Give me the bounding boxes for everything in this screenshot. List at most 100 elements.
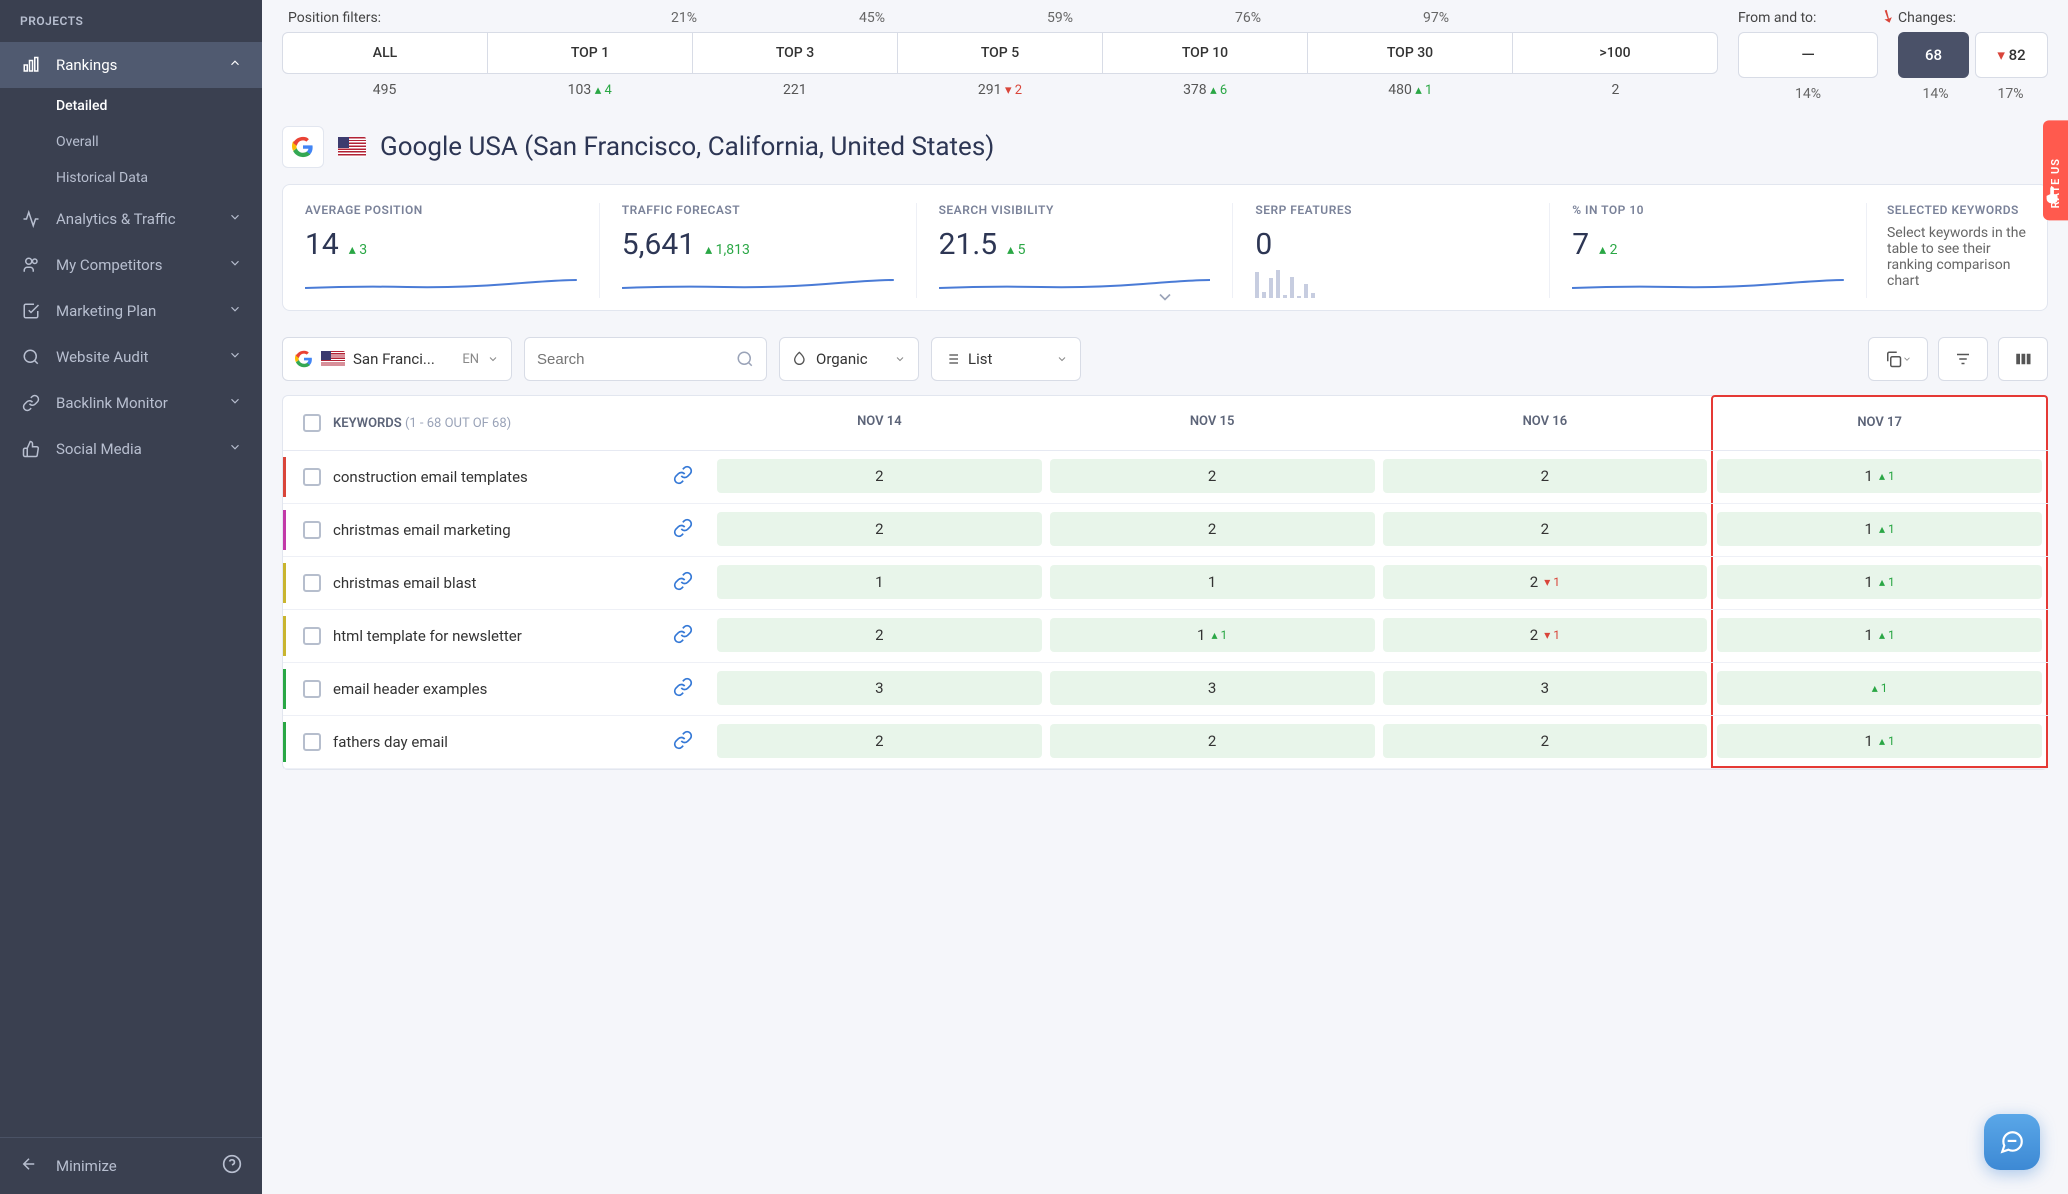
filter-top30[interactable]: TOP 30 [1308, 33, 1513, 73]
rank-cell: 1 ▴ 1 [1711, 504, 2048, 556]
metric-card[interactable]: SERP FEATURES 0 [1233, 203, 1550, 298]
flag-us-icon [338, 137, 366, 157]
filter-pct: 45% [778, 10, 966, 26]
select-all-checkbox[interactable] [303, 414, 321, 432]
checklist-icon [20, 302, 42, 320]
keyword-cell: fathers day email [283, 716, 713, 768]
rank-cell: 2 [1046, 504, 1379, 556]
copy-button[interactable] [1868, 337, 1928, 381]
filter-top10[interactable]: TOP 10 [1103, 33, 1308, 73]
sidebar-item-rankings[interactable]: Rankings [0, 42, 262, 88]
sidebar-item-social[interactable]: Social Media [0, 426, 262, 472]
metric-card[interactable]: TRAFFIC FORECAST 5,641 ▴ 1,813 [600, 203, 917, 298]
view-select[interactable]: List [931, 337, 1081, 381]
sidebar-sub-detailed[interactable]: Detailed [0, 88, 262, 124]
columns-icon [2014, 350, 2032, 368]
filter-top5[interactable]: TOP 5 [898, 33, 1103, 73]
rank-cell: 3 [713, 663, 1046, 715]
row-checkbox[interactable] [303, 627, 321, 645]
search-input[interactable] [537, 351, 736, 368]
filter-gt100[interactable]: >100 [1513, 33, 1717, 73]
chevron-up-icon [228, 56, 242, 74]
filter-count: 378 ▴ 6 [1103, 82, 1308, 98]
date-col-header-highlighted[interactable]: NOV 17 [1711, 395, 2048, 450]
expand-chevron-icon[interactable] [1155, 287, 1175, 312]
sidebar-sub-overall[interactable]: Overall [0, 124, 262, 160]
keyword-text: christmas email marketing [333, 521, 511, 539]
sidebar-item-analytics[interactable]: Analytics & Traffic [0, 196, 262, 242]
row-checkbox[interactable] [303, 468, 321, 486]
rank-cell: 1 ▴ 1 [1711, 557, 2048, 609]
location-select[interactable]: San Franci... EN [282, 337, 512, 381]
list-icon [944, 351, 960, 367]
sidebar-item-marketing[interactable]: Marketing Plan [0, 288, 262, 334]
filter-button[interactable] [1938, 337, 1988, 381]
date-col-header[interactable]: NOV 15 [1046, 396, 1379, 450]
users-icon [20, 256, 42, 274]
metric-value: 7 [1572, 227, 1589, 262]
sidebar-item-label: Marketing Plan [56, 302, 156, 320]
keyword-cell: construction email templates [283, 451, 713, 503]
sidebar-item-label: Analytics & Traffic [56, 210, 176, 228]
google-icon [282, 126, 324, 168]
keyword-link-icon[interactable] [673, 518, 693, 542]
row-checkbox[interactable] [303, 733, 321, 751]
sidebar-minimize[interactable]: Minimize [0, 1137, 262, 1194]
keyword-text: email header examples [333, 680, 487, 698]
changes-pct-down: 17% [1973, 86, 2048, 102]
keyword-link-icon[interactable] [673, 571, 693, 595]
sidebar-item-audit[interactable]: Website Audit [0, 334, 262, 380]
row-checkbox[interactable] [303, 521, 321, 539]
keyword-cell: christmas email blast [283, 557, 713, 609]
filter-count: 291 ▾ 2 [897, 82, 1102, 98]
keyword-link-icon[interactable] [673, 730, 693, 754]
filter-all[interactable]: ALL [283, 33, 488, 73]
chevron-down-icon [228, 348, 242, 366]
filter-count: 221 [692, 82, 897, 98]
rank-cell: 2 [1379, 504, 1712, 556]
metric-card[interactable]: AVERAGE POSITION 14 ▴ 3 [283, 203, 600, 298]
row-checkbox[interactable] [303, 574, 321, 592]
keyword-link-icon[interactable] [673, 677, 693, 701]
filter-pct: 21% [590, 10, 778, 26]
help-icon[interactable] [222, 1154, 242, 1178]
top-filters: Position filters: 21% 45% 59% 76% 97% AL… [282, 0, 2048, 102]
rank-cell: 2 ▾ 1 [1379, 557, 1712, 609]
chevron-down-icon [228, 394, 242, 412]
magnify-icon [20, 348, 42, 366]
rate-us-hand-icon [2042, 184, 2064, 210]
date-col-header[interactable]: NOV 14 [713, 396, 1046, 450]
sidebar-header: PROJECTS [0, 0, 262, 42]
row-checkbox[interactable] [303, 680, 321, 698]
filter-top3[interactable]: TOP 3 [693, 33, 898, 73]
fromto-button[interactable]: — [1738, 32, 1878, 78]
keyword-link-icon[interactable] [673, 624, 693, 648]
metric-label: AVERAGE POSITION [305, 203, 577, 217]
columns-button[interactable] [1998, 337, 2048, 381]
sidebar-item-competitors[interactable]: My Competitors [0, 242, 262, 288]
date-col-header[interactable]: NOV 16 [1379, 396, 1712, 450]
keyword-link-icon[interactable] [673, 465, 693, 489]
changes-pct-up: 14% [1898, 86, 1973, 102]
metric-label: TRAFFIC FORECAST [622, 203, 894, 217]
chevron-down-icon [228, 210, 242, 228]
source-row: Google USA (San Francisco, California, U… [282, 126, 2048, 168]
table-row: fathers day email 2221 ▴ 1 [283, 716, 2047, 769]
sidebar-item-backlink[interactable]: Backlink Monitor [0, 380, 262, 426]
keyword-text: fathers day email [333, 733, 448, 751]
filter-top1[interactable]: TOP 1 [488, 33, 693, 73]
sidebar-sub-historical[interactable]: Historical Data [0, 160, 262, 196]
chat-button[interactable] [1984, 1114, 2040, 1170]
traffic-type-select[interactable]: Organic [779, 337, 919, 381]
metric-card[interactable]: SEARCH VISIBILITY 21.5 ▴ 5 [917, 203, 1234, 298]
rank-cell: ▴ 1 [1711, 663, 2048, 715]
table-row: christmas email blast 112 ▾ 11 ▴ 1 [283, 557, 2047, 610]
link-icon [20, 394, 42, 412]
keywords-col-header[interactable]: KEYWORDS (1 - 68 OUT OF 68) [333, 416, 511, 431]
metric-card[interactable]: % IN TOP 10 7 ▴ 2 [1550, 203, 1867, 298]
changes-up-button[interactable]: 68 [1898, 32, 1969, 78]
filter-tabs: ALL TOP 1 TOP 3 TOP 5 TOP 10 TOP 30 >100 [282, 32, 1718, 74]
changes-down-button[interactable]: ▾ 82 [1975, 32, 2048, 78]
rank-cell: 1 ▴ 1 [1711, 451, 2048, 503]
filter-count: 480 ▴ 1 [1308, 82, 1513, 98]
